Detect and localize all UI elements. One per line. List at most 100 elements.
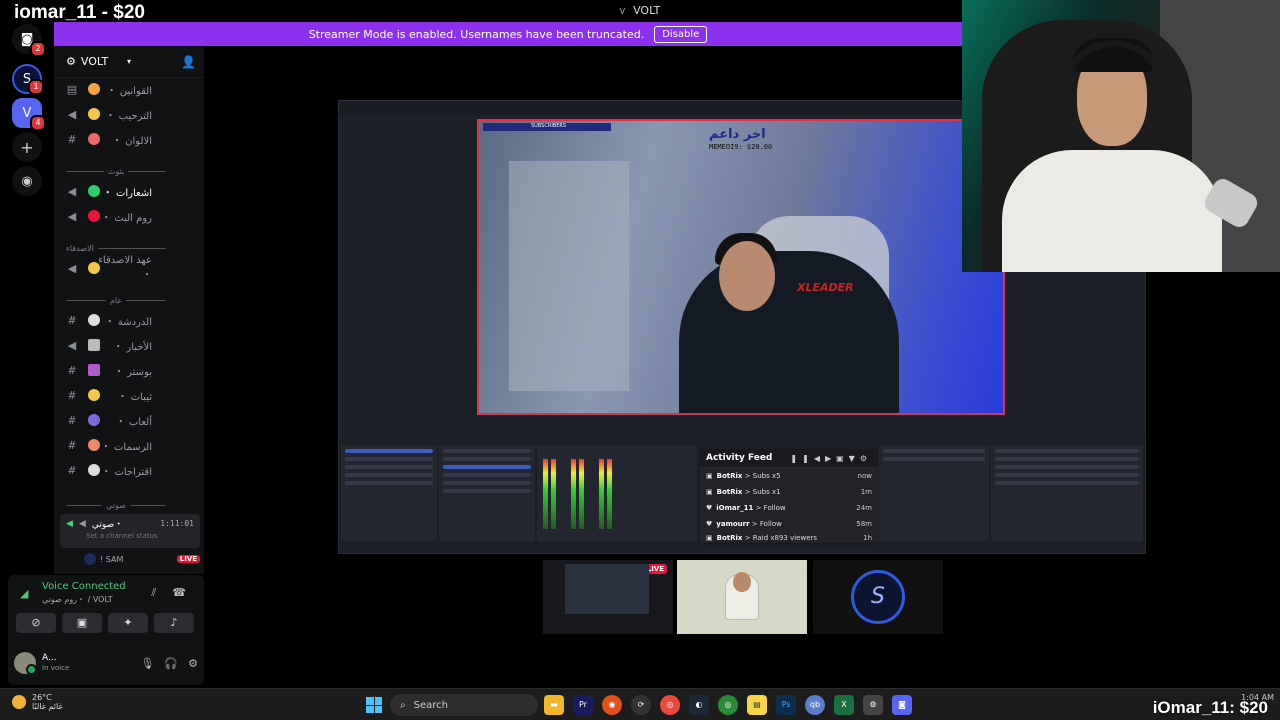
start-button[interactable] xyxy=(366,697,382,713)
notes-icon[interactable]: ▤ xyxy=(747,695,767,715)
sources-dock[interactable] xyxy=(439,445,535,541)
obs-preview: SUBSCRIBERS اخر داعم MEMEOI9: $20.00 XLE… xyxy=(477,119,1005,415)
webcam-overlay xyxy=(962,0,1280,272)
camera-off-button[interactable]: ⊘ xyxy=(16,613,56,633)
hash-icon: # xyxy=(67,388,77,402)
transitions-dock[interactable] xyxy=(879,445,989,541)
activities-button[interactable]: ✦ xyxy=(108,613,148,633)
weather-icon xyxy=(12,695,26,709)
noise-suppression-icon[interactable]: ⫽ xyxy=(151,586,156,600)
share-screen-button[interactable]: ▣ xyxy=(62,613,102,633)
soundboard-button[interactable]: ♪ xyxy=(154,613,194,633)
chrome-icon[interactable]: ◎ xyxy=(718,695,738,715)
channel-item[interactable]: ◀ اشعارات ・ xyxy=(64,182,198,200)
guild-header[interactable]: ⚙ VOLT ▾ 👤 xyxy=(54,46,204,78)
premiere-icon[interactable]: Pr xyxy=(573,695,593,715)
emoji-icon xyxy=(88,414,100,426)
speaker-icon: ◀ xyxy=(67,261,77,275)
photoshop-icon[interactable]: Ps xyxy=(776,695,796,715)
feed-time: 24m xyxy=(856,503,872,512)
channel-item[interactable]: ◀ روم البث ・ xyxy=(64,207,198,225)
voice-channel[interactable]: ◀ ◀ صوتي・ 1:11:01 Set a channel status xyxy=(60,514,200,548)
audio-mixer-dock[interactable] xyxy=(537,445,697,541)
channel-item[interactable]: ▤ القوانين ・ xyxy=(64,80,198,98)
temperature: 26°C xyxy=(32,693,52,702)
channel-item[interactable]: ◀ الترحيب ・ xyxy=(64,105,198,123)
stream-thumbnail[interactable]: LIVE xyxy=(543,560,673,634)
settings-icon[interactable]: ⚙ xyxy=(863,695,883,715)
origin-icon[interactable]: ◉ xyxy=(602,695,622,715)
emoji-icon xyxy=(88,314,100,326)
speaker-icon: ◀ xyxy=(78,518,86,529)
channel-item[interactable]: # الالوان ・ xyxy=(64,130,198,148)
discover-icon[interactable]: ◉ xyxy=(12,166,42,196)
category-label: الاصدقاء xyxy=(66,243,94,253)
invite-icon[interactable]: 👤 xyxy=(181,55,196,69)
excel-icon[interactable]: X xyxy=(834,695,854,715)
voice-member[interactable]: ! SAM LIVE xyxy=(84,552,200,566)
steam-icon[interactable]: ◐ xyxy=(689,695,709,715)
headphones-icon[interactable]: 🎧 xyxy=(164,657,178,670)
emoji-icon xyxy=(88,262,100,274)
channel-item[interactable]: # ألعاب ・ xyxy=(64,411,198,429)
feed-row[interactable]: ▣ BotRix > Raid x893 viewers 1h xyxy=(700,531,878,543)
add-server-icon[interactable]: + xyxy=(12,132,42,162)
category-header[interactable]: صوتي xyxy=(66,498,167,512)
channel-item[interactable]: # اقتراحات ・ xyxy=(64,461,198,479)
feed-row[interactable]: ♥ yamourr > Follow 58m xyxy=(700,515,878,531)
member-name: ! SAM xyxy=(100,554,124,564)
server-icon-volt[interactable]: V4 xyxy=(12,98,46,131)
channel-item[interactable]: # الدردشة ・ xyxy=(64,311,198,329)
weather-widget[interactable]: 26°C غائم غالبًا xyxy=(12,693,63,711)
hash-icon: # xyxy=(67,438,77,452)
megaphone-icon: ◀ xyxy=(67,338,77,352)
sub-icon: ▣ xyxy=(706,471,713,480)
channel-item[interactable]: # الرسمات ・ xyxy=(64,436,198,454)
user-name: A... xyxy=(42,653,57,663)
chrome-icon[interactable]: ◎ xyxy=(660,695,680,715)
discord-icon[interactable]: ◙ xyxy=(892,695,912,715)
feed-user: BotRix xyxy=(716,487,743,496)
feed-user: BotRix xyxy=(716,533,743,542)
megaphone-icon: ◀ xyxy=(67,107,77,121)
channel-item[interactable]: # بوستر ・ xyxy=(64,361,198,379)
server-logo-icon: S xyxy=(851,570,905,624)
search-bar[interactable]: ⌕ Search xyxy=(390,694,538,716)
server-icon-s[interactable]: S1 xyxy=(12,64,44,95)
feed-row[interactable]: ▣ BotRix > Subs x5 now xyxy=(700,467,878,483)
voice-connected-label[interactable]: Voice Connected xyxy=(42,581,126,592)
feed-row[interactable]: ▣ BotRix > Subs x1 1m xyxy=(700,483,878,499)
participant-tile[interactable] xyxy=(677,560,807,634)
disable-streamer-mode-button[interactable]: Disable xyxy=(654,25,708,43)
avatar[interactable] xyxy=(14,652,37,675)
scenes-dock[interactable] xyxy=(341,445,437,541)
emoji-icon xyxy=(88,133,100,145)
feed-controls-icon[interactable]: ❚❚◀▶▣▼⚙ xyxy=(790,454,872,463)
feed-user: yamourr xyxy=(716,519,750,528)
channel-item[interactable]: ◀ عهد الاصدقاء ・ xyxy=(64,255,198,281)
category-header[interactable]: عام xyxy=(66,293,167,307)
feed-user: BotRix xyxy=(716,471,743,480)
mic-icon[interactable]: 🎙 xyxy=(140,657,154,670)
category-header[interactable]: الاصدقاء xyxy=(66,241,166,255)
category-header[interactable]: بثوث xyxy=(66,164,166,178)
channel-item[interactable]: ◀ الأخبار ・ xyxy=(64,336,198,354)
search-icon: ⌕ xyxy=(400,699,406,711)
feed-time: 1m xyxy=(860,487,872,496)
channel-status[interactable]: Set a channel status xyxy=(60,532,200,540)
file-explorer-icon[interactable]: ▬ xyxy=(544,695,564,715)
qbittorrent-icon[interactable]: qb xyxy=(805,695,825,715)
raid-icon: ▣ xyxy=(706,533,713,542)
voice-channel-name: صوتي・ xyxy=(91,520,124,530)
feed-row[interactable]: ♥ iOmar_11 > Follow 24m xyxy=(700,499,878,515)
controls-dock[interactable] xyxy=(991,445,1143,541)
avatar xyxy=(84,553,96,565)
disconnect-icon[interactable]: ☎ xyxy=(172,586,186,600)
activity-feed-title: Activity Feed xyxy=(706,453,773,463)
subscribers-banner: SUBSCRIBERS xyxy=(483,123,611,131)
app-icon[interactable]: ⟳ xyxy=(631,695,651,715)
participant-tile[interactable]: S xyxy=(813,560,943,634)
discord-home-icon[interactable]: ◙ 2 xyxy=(12,24,46,57)
channel-item[interactable]: # ثيبات ・ xyxy=(64,386,198,404)
gear-icon[interactable]: ⚙ xyxy=(188,657,198,670)
